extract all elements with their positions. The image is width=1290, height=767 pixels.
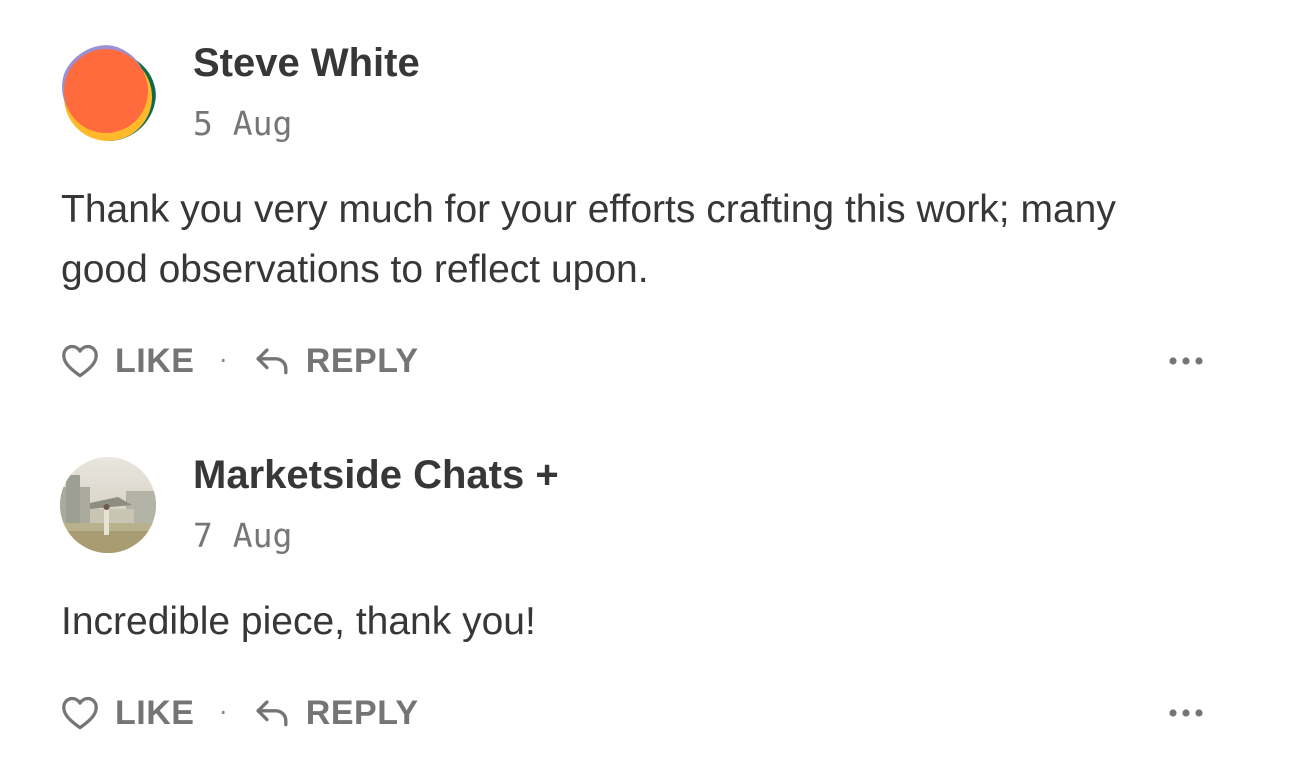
action-separator: · bbox=[218, 695, 228, 726]
like-label: LIKE bbox=[115, 341, 195, 380]
avatar[interactable] bbox=[60, 457, 156, 553]
reply-button[interactable]: REPLY bbox=[254, 342, 419, 381]
comment-actions: LIKE · REPLY bbox=[61, 691, 419, 735]
comment-date[interactable]: 7 Aug bbox=[193, 516, 292, 556]
heart-icon bbox=[62, 696, 98, 730]
photo-avatar-icon bbox=[60, 457, 156, 553]
heart-icon bbox=[62, 344, 98, 378]
author-name[interactable]: Marketside Chats + bbox=[193, 451, 559, 499]
comment-text: Incredible piece, thank you! bbox=[61, 600, 536, 643]
reply-button[interactable]: REPLY bbox=[254, 694, 419, 733]
avatar[interactable] bbox=[60, 45, 156, 141]
comment-date[interactable]: 5 Aug bbox=[193, 104, 292, 144]
like-label: LIKE bbox=[115, 693, 195, 732]
like-button[interactable]: LIKE bbox=[61, 342, 194, 381]
comment-actions: LIKE · REPLY bbox=[61, 339, 419, 383]
more-options-button[interactable] bbox=[1164, 691, 1208, 735]
comment-text: Thank you very much for your efforts cra… bbox=[61, 188, 1116, 291]
ellipsis-icon bbox=[1169, 357, 1203, 365]
action-separator: · bbox=[218, 343, 228, 374]
more-options-button[interactable] bbox=[1164, 339, 1208, 383]
ellipsis-icon bbox=[1169, 709, 1203, 717]
reply-label: REPLY bbox=[305, 693, 419, 732]
reply-arrow-icon bbox=[256, 700, 288, 727]
reply-arrow-icon bbox=[256, 348, 288, 375]
author-name[interactable]: Steve White bbox=[193, 39, 420, 87]
orange-circle-avatar-icon bbox=[62, 45, 156, 141]
reply-label: REPLY bbox=[305, 341, 419, 380]
like-button[interactable]: LIKE bbox=[61, 694, 194, 733]
